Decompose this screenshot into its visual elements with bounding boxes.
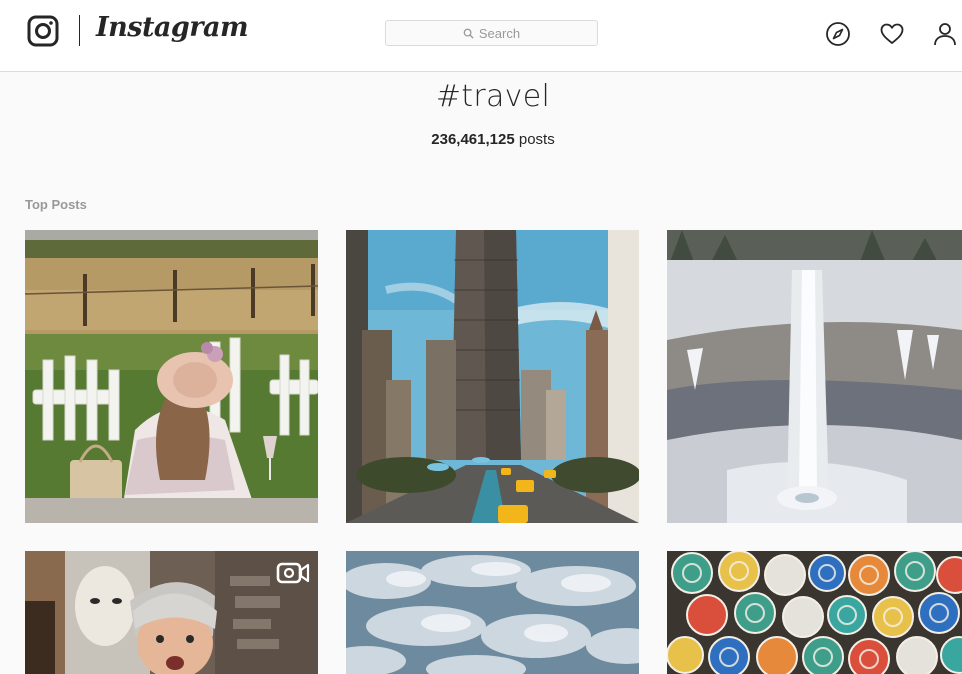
post-count: 236,461,125 posts [0,131,962,148]
hashtag-title: #travel [435,79,551,114]
post-thumbnail[interactable] [346,230,639,523]
post-image [667,230,962,523]
search-icon [463,28,474,39]
post-thumbnail[interactable] [25,230,318,523]
heart-icon[interactable] [879,21,905,47]
post-thumbnail[interactable] [667,551,962,674]
post-image [25,551,318,674]
post-count-suffix: posts [518,131,555,148]
instagram-glyph-icon[interactable] [27,15,59,47]
post-image [667,551,962,674]
post-image [25,230,318,523]
post-thumbnail[interactable] [346,551,639,674]
post-image [346,551,639,674]
search-placeholder: Search [478,25,521,41]
person-icon[interactable] [932,21,958,47]
search-input[interactable]: Search [385,20,598,46]
top-posts-label: Top Posts [25,197,87,212]
logo-divider [79,15,80,46]
post-thumbnail[interactable] [25,551,318,674]
top-navigation-bar: Instagram Search [0,0,962,72]
post-count-number: 236,461,125 [431,131,515,148]
post-image [346,230,639,523]
instagram-wordmark[interactable]: Instagram [96,12,249,43]
compass-icon[interactable] [825,21,851,47]
post-thumbnail[interactable] [667,230,962,523]
video-camera-icon [276,562,310,584]
